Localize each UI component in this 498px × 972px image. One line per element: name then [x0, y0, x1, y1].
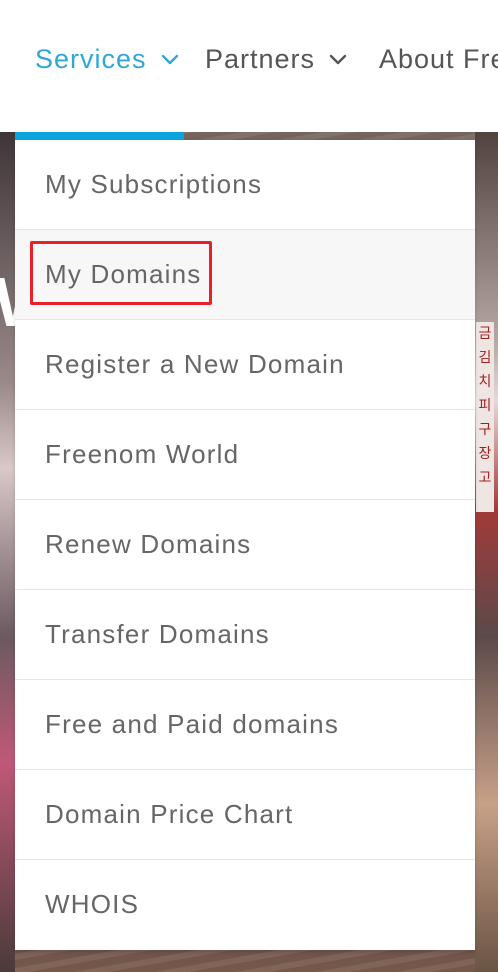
hero-left-edge: [0, 132, 15, 972]
nav-about-label: About Fre: [379, 44, 498, 74]
menu-item-whois[interactable]: WHOIS: [15, 860, 475, 949]
menu-item-label: Renew Domains: [45, 529, 252, 559]
hero-sign-char: 피: [478, 398, 492, 414]
chevron-down-icon: [327, 49, 349, 71]
menu-item-my-subscriptions[interactable]: My Subscriptions: [15, 140, 475, 230]
nav-partners-label: Partners: [205, 44, 316, 74]
hero-sign-char: 치: [478, 374, 492, 390]
chevron-down-icon: [159, 49, 181, 71]
menu-item-register-domain[interactable]: Register a New Domain: [15, 320, 475, 410]
nav-about[interactable]: About Fre: [379, 44, 498, 75]
hero-sign-char: 장: [478, 446, 492, 462]
menu-item-transfer-domains[interactable]: Transfer Domains: [15, 590, 475, 680]
hero-right-edge: [475, 132, 498, 972]
menu-item-renew-domains[interactable]: Renew Domains: [15, 500, 475, 590]
menu-item-label: My Subscriptions: [45, 169, 263, 199]
menu-item-label: Register a New Domain: [45, 349, 345, 379]
menu-item-free-paid-domains[interactable]: Free and Paid domains: [15, 680, 475, 770]
nav-services[interactable]: Services: [35, 44, 181, 75]
services-dropdown-menu: My Subscriptions My Domains Register a N…: [15, 140, 475, 950]
menu-item-freenom-world[interactable]: Freenom World: [15, 410, 475, 500]
menu-item-label: WHOIS: [45, 889, 140, 919]
top-navigation: Services Partners About Fre: [0, 0, 498, 132]
hero-sign-char: 고: [478, 470, 492, 486]
hero-sign: 금 김 치 피 구 장 고: [476, 322, 494, 512]
nav-partners[interactable]: Partners: [205, 44, 349, 75]
hero-sign-char: 김: [478, 350, 492, 366]
active-tab-underline: [15, 132, 184, 140]
hero-sign-char: 금: [478, 326, 492, 342]
menu-item-label: Transfer Domains: [45, 619, 270, 649]
nav-services-label: Services: [35, 44, 147, 74]
menu-item-label: Freenom World: [45, 439, 240, 469]
menu-item-label: Free and Paid domains: [45, 709, 340, 739]
menu-item-domain-price-chart[interactable]: Domain Price Chart: [15, 770, 475, 860]
hero-sign-char: 구: [478, 422, 492, 438]
menu-item-label: Domain Price Chart: [45, 799, 294, 829]
menu-item-label: My Domains: [45, 259, 202, 289]
menu-item-my-domains[interactable]: My Domains: [15, 230, 475, 320]
